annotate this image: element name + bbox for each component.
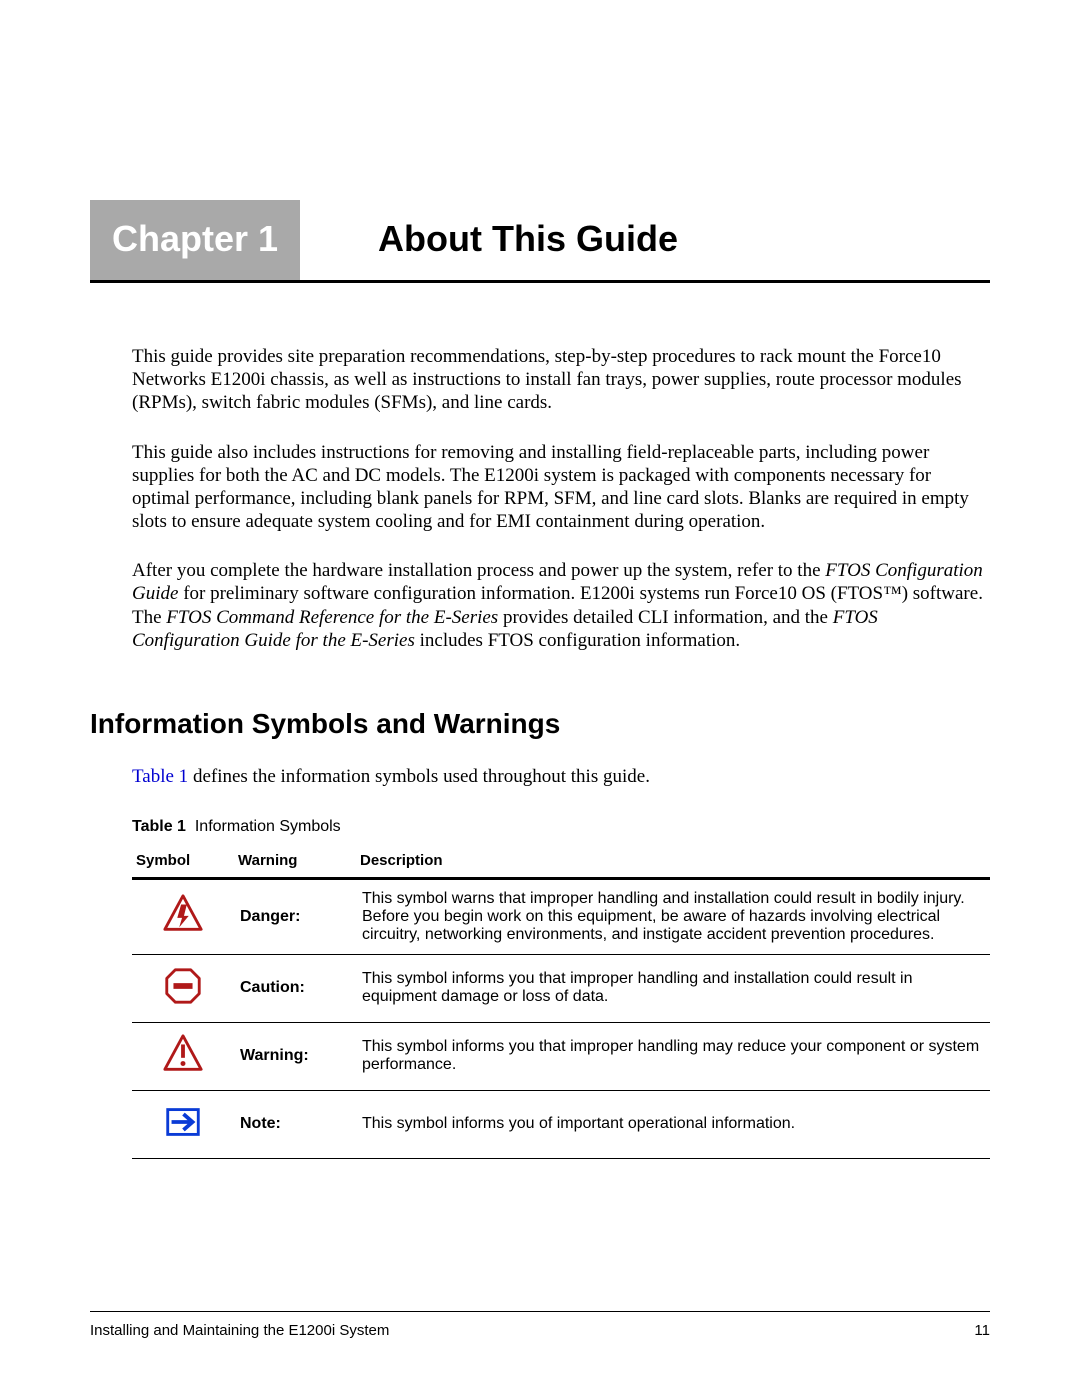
danger-icon [162,893,204,935]
footer-page-number: 11 [974,1322,990,1339]
description-cell: This symbol warns that improper handling… [356,878,990,954]
chapter-title: About This Guide [300,200,678,280]
footer-doc-title: Installing and Maintaining the E1200i Sy… [90,1322,389,1339]
table-header-row: Symbol Warning Description [132,846,990,879]
table-header-warning: Warning [234,846,356,879]
intro-paragraph-3: After you complete the hardware installa… [132,559,990,652]
table-caption-text: Information Symbols [195,818,341,835]
table-row: Warning: This symbol informs you that im… [132,1022,990,1090]
description-cell: This symbol informs you that improper ha… [356,1022,990,1090]
caution-icon [162,965,204,1007]
section-intro: Table 1 defines the information symbols … [132,766,990,788]
page-footer: Installing and Maintaining the E1200i Sy… [90,1311,990,1339]
warning-icon [162,1033,204,1075]
warning-label-cell: Caution: [234,954,356,1022]
chapter-header: Chapter 1 About This Guide [90,200,990,283]
table-header-symbol: Symbol [132,846,234,879]
section-heading: Information Symbols and Warnings [90,708,990,740]
symbol-cell [132,878,234,954]
note-icon [162,1101,204,1143]
table-header-description: Description [356,846,990,879]
intro-paragraph-2: This guide also includes instructions fo… [132,441,990,534]
warning-label-cell: Danger: [234,878,356,954]
text-run: defines the information symbols used thr… [188,766,650,787]
intro-paragraph-1: This guide provides site preparation rec… [132,345,990,415]
table-row: Danger: This symbol warns that improper … [132,878,990,954]
table-cross-reference[interactable]: Table 1 [132,766,188,787]
text-run: After you complete the hardware installa… [132,560,825,581]
text-run: provides detailed CLI information, and t… [498,607,833,628]
warning-label-cell: Note: [234,1090,356,1158]
table-row: Caution: This symbol informs you that im… [132,954,990,1022]
warning-label-cell: Warning: [234,1022,356,1090]
symbol-cell [132,954,234,1022]
text-run: includes FTOS configuration information. [415,630,740,651]
table-row: Note: This symbol informs you of importa… [132,1090,990,1158]
description-cell: This symbol informs you of important ope… [356,1090,990,1158]
chapter-badge: Chapter 1 [90,200,300,280]
reference-italic: FTOS Command Reference for the E-Series [166,607,498,628]
table-caption-label: Table 1 [132,818,186,835]
table-caption: Table 1 Information Symbols [132,818,990,836]
information-symbols-table: Symbol Warning Description [132,846,990,1159]
symbol-cell [132,1022,234,1090]
symbol-cell [132,1090,234,1158]
description-cell: This symbol informs you that improper ha… [356,954,990,1022]
